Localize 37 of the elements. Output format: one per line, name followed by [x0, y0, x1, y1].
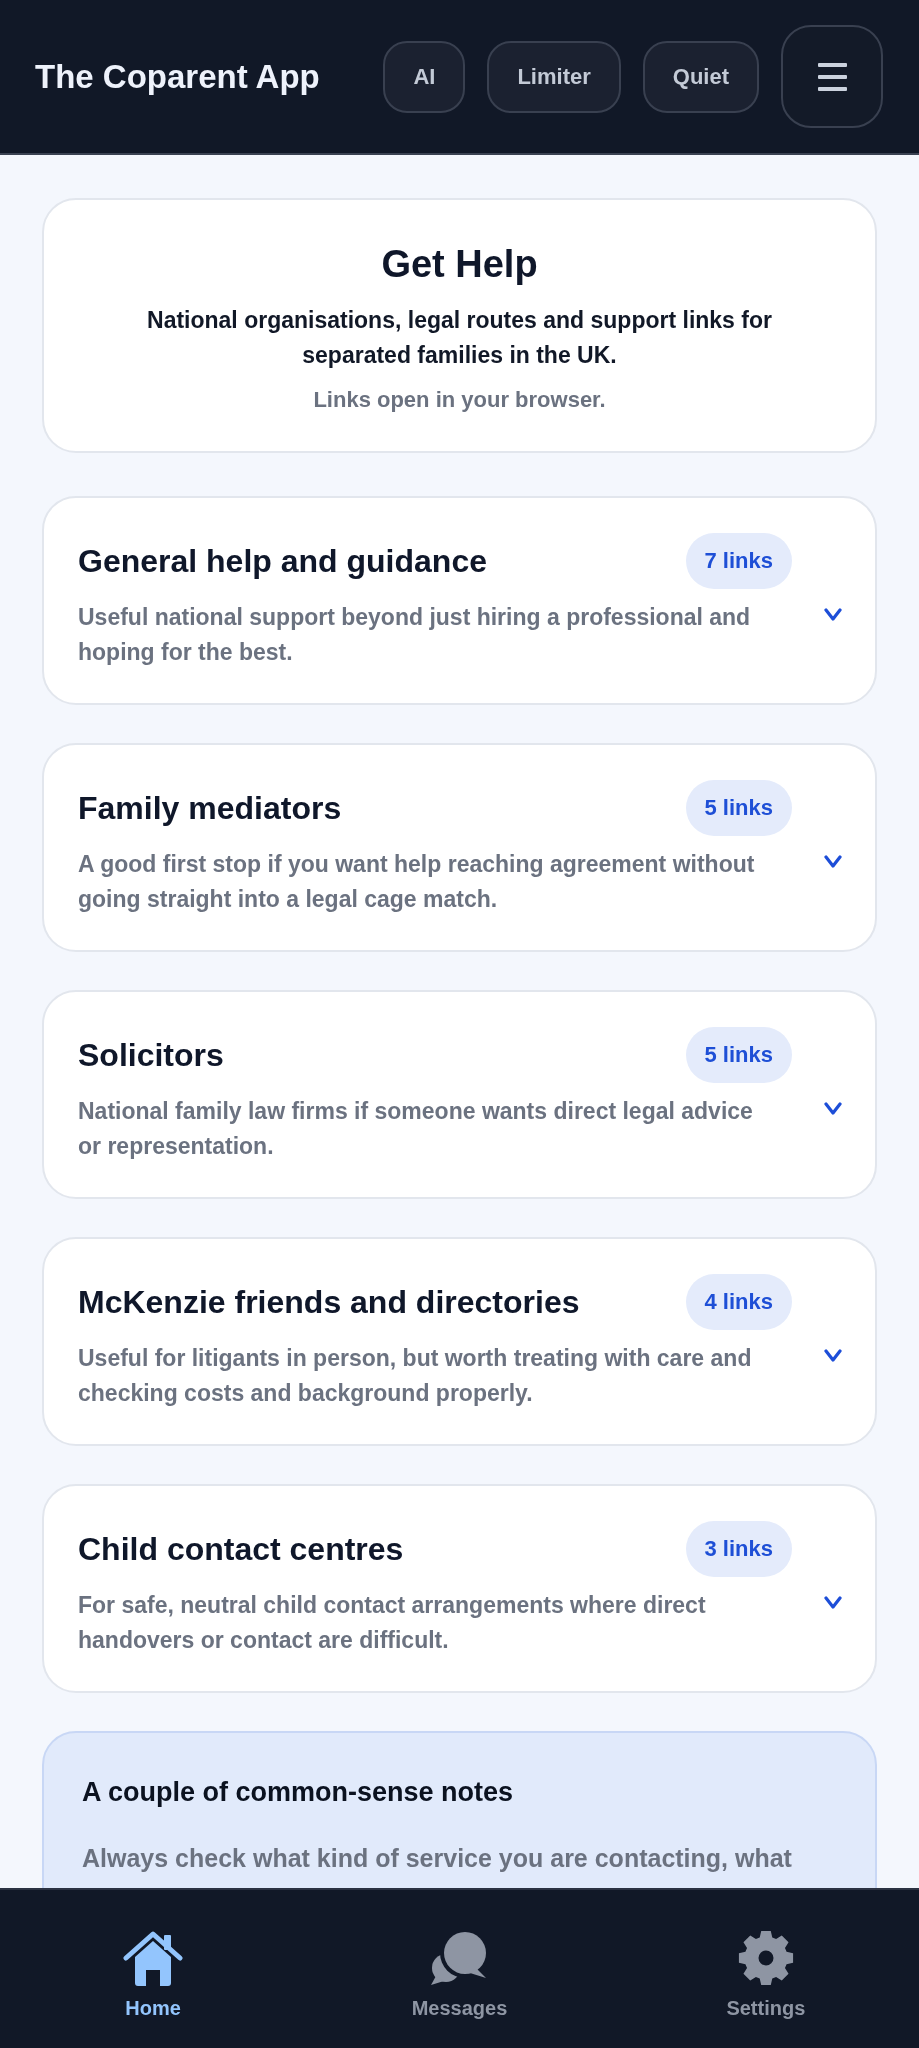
link-count-badge: 5 links: [685, 780, 792, 836]
menu-button[interactable]: [781, 25, 883, 128]
section-card[interactable]: Child contact centres 3 links For safe, neutral child contact arrangements where direct handovers or contact are difficult.: [42, 1484, 877, 1693]
header-button[interactable]: Quiet: [642, 40, 759, 113]
chat-bubbles-icon: [430, 1930, 489, 1986]
section-title: McKenzie friends and directories: [78, 1283, 580, 1321]
section-description: National family law firms if someone wants direct legal advice or representation.: [78, 1097, 754, 1161]
nav-tab[interactable]: Messages: [411, 1890, 508, 2020]
header-button[interactable]: Limiter: [487, 40, 621, 113]
link-count-badge: 3 links: [685, 1521, 792, 1577]
page-subtitle: National organisations, legal routes and support links for separated families in the UK.: [146, 306, 773, 370]
section-card[interactable]: General help and guidance 7 links Useful national support beyond just hiring a professional and hoping for the best.: [42, 496, 877, 705]
page-title: Get Help: [380, 242, 539, 287]
link-count-badge: 7 links: [685, 533, 792, 589]
app-title: The Coparent App: [35, 57, 320, 96]
section-card[interactable]: Family mediators 5 links A good first stop if you want help reaching agreement without going straight into a legal cage match.: [42, 743, 877, 952]
nav-tab[interactable]: Home: [123, 1890, 184, 2020]
link-count-badge: 4 links: [685, 1274, 792, 1330]
section-title: General help and guidance: [78, 542, 487, 580]
menu-icon: [817, 62, 847, 91]
browser-note: Links open in your browser.: [312, 386, 607, 414]
section-description: Useful national support beyond just hiring a professional and hoping for the best.: [78, 603, 752, 667]
section-title: Child contact centres: [78, 1530, 404, 1568]
home-icon: [123, 1930, 184, 1986]
nav-tab[interactable]: Settings: [726, 1890, 806, 2020]
section-description: Useful for litigants in person, but worth treating with care and checking costs and background properly.: [78, 1344, 753, 1408]
settings-icon: [737, 1930, 794, 1986]
notes-text: Always check what kind of service you are contacting, what: [82, 1843, 793, 1874]
section-description: A good first stop if you want help reaching agreement without going straight into a legal cage match.: [78, 850, 756, 914]
section-title: Solicitors: [78, 1036, 224, 1074]
header-button[interactable]: AI: [383, 40, 466, 113]
section-title: Family mediators: [78, 789, 342, 827]
section-description: For safe, neutral child contact arrangements where direct handovers or contact are difficult.: [78, 1591, 707, 1655]
link-count-badge: 5 links: [685, 1027, 792, 1083]
notes-title: A couple of common-sense notes: [82, 1776, 515, 1809]
section-card[interactable]: McKenzie friends and directories 4 links Useful for litigants in person, but worth treating with care and checking costs and background properly.: [42, 1237, 877, 1446]
section-card[interactable]: Solicitors 5 links National family law firms if someone wants direct legal advice or representation.: [42, 990, 877, 1199]
